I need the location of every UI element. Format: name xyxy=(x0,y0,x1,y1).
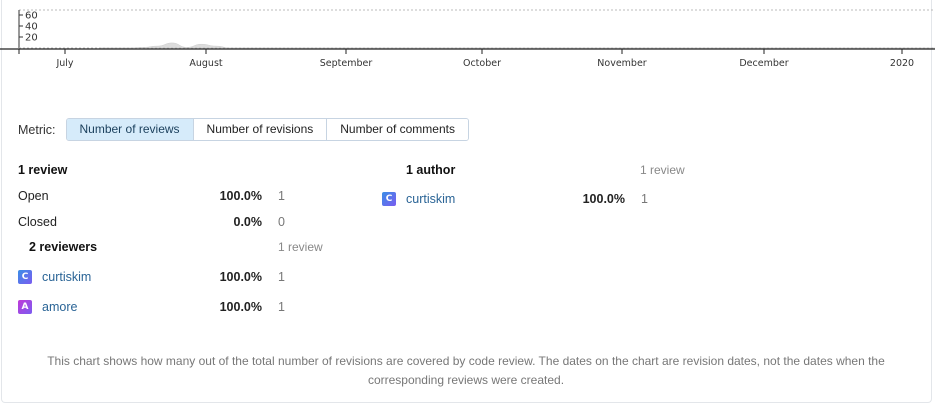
timeline-chart[interactable]: 604020 July August September October Novembe… xyxy=(0,0,935,75)
author-link-curtiskim[interactable]: curtiskim xyxy=(406,192,455,206)
reviewers-subheading: 1 review xyxy=(278,240,323,254)
metric-selector: Metric: Number of reviews Number of revi… xyxy=(18,118,469,141)
reviewer-count-curtiskim: 1 xyxy=(278,270,285,284)
reviewers-heading: 2 reviewers xyxy=(29,240,98,254)
closed-pct: 0.0% xyxy=(233,215,263,229)
author-avatar-curtiskim: C xyxy=(382,192,396,206)
x-axis-ticks: July August September October November Decemb… xyxy=(18,49,914,69)
chart-explanation-note: This chart shows how many out of the tot… xyxy=(47,354,885,387)
x-tick-label-december: December xyxy=(739,58,788,69)
y-tick-label-20: 20 xyxy=(25,33,38,44)
y-tick-label-60: 60 xyxy=(25,11,38,22)
open-pct: 100.0% xyxy=(219,189,262,203)
metric-label: Metric: xyxy=(18,122,56,137)
x-tick-label-november: November xyxy=(597,58,647,69)
metric-number-of-reviews-button[interactable]: Number of reviews xyxy=(66,119,194,140)
y-axis-ticks: 604020 xyxy=(19,11,38,44)
closed-label: Closed xyxy=(18,215,57,229)
reviews-heading: 1 review xyxy=(18,163,68,177)
reviewer-avatar-amore: A xyxy=(18,300,32,314)
metric-number-of-comments-button[interactable]: Number of comments xyxy=(327,119,468,140)
authors-subheading: 1 review xyxy=(640,163,685,177)
reviewer-count-amore: 1 xyxy=(278,300,285,314)
open-count: 1 xyxy=(278,189,285,203)
reviewer-link-amore[interactable]: amore xyxy=(42,300,77,314)
open-label: Open xyxy=(18,189,49,203)
closed-count: 0 xyxy=(278,215,285,229)
reviewer-pct-curtiskim: 100.0% xyxy=(219,270,262,284)
y-tick-label-40: 40 xyxy=(25,22,38,33)
authors-heading: 1 author xyxy=(406,163,456,177)
reviewer-avatar-curtiskim: C xyxy=(18,270,32,284)
metric-number-of-revisions-button[interactable]: Number of revisions xyxy=(193,119,328,140)
author-count-curtiskim: 1 xyxy=(641,192,648,206)
metric-toggle-group: Number of reviews Number of revisions Nu… xyxy=(65,118,469,141)
reviewer-pct-amore: 100.0% xyxy=(219,300,262,314)
x-tick-label-october: October xyxy=(463,58,501,69)
x-tick-label-september: September xyxy=(320,58,373,69)
x-tick-label-2020: 2020 xyxy=(890,58,914,69)
reviewer-link-curtiskim[interactable]: curtiskim xyxy=(42,270,91,284)
author-pct-curtiskim: 100.0% xyxy=(582,192,625,206)
series-area xyxy=(98,42,935,49)
x-tick-label-august: August xyxy=(189,58,223,69)
x-tick-label-july: July xyxy=(55,58,73,69)
